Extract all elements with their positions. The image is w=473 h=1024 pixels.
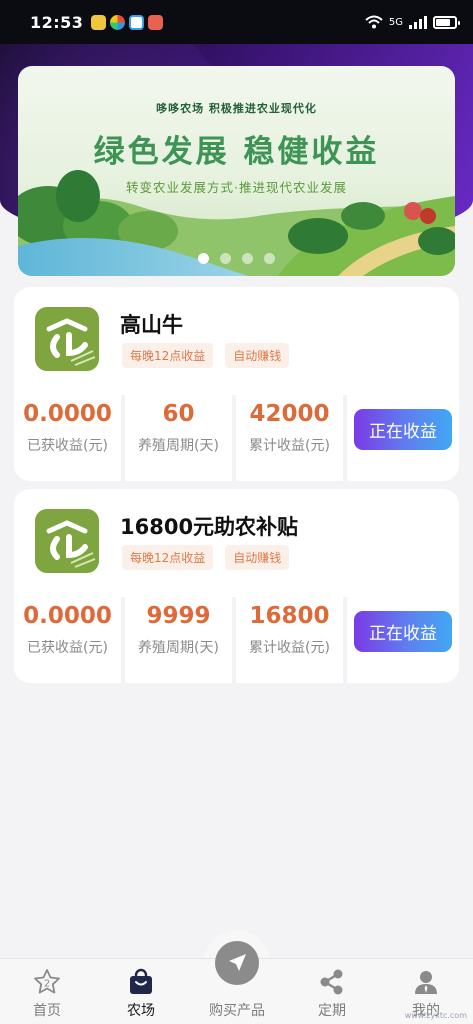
promo-banner[interactable]: 哆哆农场 积极推进农业现代化 绿色发展 稳健收益 转变农业发展方式·推进现代农业… bbox=[18, 66, 455, 276]
earned-label: 已获收益(元) bbox=[27, 438, 108, 454]
status-time: 12:53 bbox=[30, 12, 84, 32]
earning-status-button[interactable]: 正在收益 bbox=[354, 409, 452, 450]
carousel-indicator[interactable] bbox=[18, 253, 455, 264]
nav-item-farm[interactable]: 农场 bbox=[96, 959, 186, 1024]
product-tag: 每晚12点收益 bbox=[122, 343, 214, 368]
signal-icon bbox=[409, 15, 427, 29]
total-stat: 42000 累计收益(元) bbox=[236, 395, 343, 481]
cycle-stat: 60 养殖周期(天) bbox=[125, 395, 232, 481]
cycle-value: 9999 bbox=[146, 603, 211, 629]
product-tag: 自动赚钱 bbox=[225, 545, 290, 570]
user-icon bbox=[412, 968, 440, 996]
earned-stat: 0.0000 已获收益(元) bbox=[14, 395, 121, 481]
earned-value: 0.0000 bbox=[23, 401, 112, 427]
cycle-value: 60 bbox=[162, 401, 195, 427]
nav-label-fixed-term: 定期 bbox=[318, 1003, 346, 1019]
banner-tagline: 哆哆农场 积极推进农业现代化 bbox=[156, 102, 317, 115]
total-label: 累计收益(元) bbox=[249, 438, 330, 454]
farm-logo-icon bbox=[35, 509, 99, 573]
network-type: 5G bbox=[388, 16, 403, 28]
notification-icons bbox=[91, 14, 164, 30]
earning-status-button[interactable]: 正在收益 bbox=[354, 611, 452, 652]
earned-label: 已获收益(元) bbox=[27, 640, 108, 656]
cycle-label: 养殖周期(天) bbox=[138, 640, 219, 656]
nav-label-farm: 农场 bbox=[127, 1003, 155, 1019]
cycle-stat: 9999 养殖周期(天) bbox=[125, 597, 232, 683]
nav-item-fixed-term[interactable]: 定期 bbox=[287, 959, 377, 1024]
watermark: www.zyxtc.com bbox=[404, 1011, 467, 1020]
nav-item-home[interactable]: 2 首页 bbox=[2, 959, 92, 1024]
home-icon: 2 bbox=[33, 968, 61, 996]
buy-products-center-button[interactable] bbox=[215, 941, 259, 985]
farm-landscape-illustration bbox=[18, 170, 455, 276]
status-indicators: 5G bbox=[365, 15, 460, 29]
app-notification-icon bbox=[91, 14, 107, 30]
app-notification-icon bbox=[148, 14, 164, 30]
cycle-label: 养殖周期(天) bbox=[138, 438, 219, 454]
earned-stat: 0.0000 已获收益(元) bbox=[14, 597, 121, 683]
product-tag: 每晚12点收益 bbox=[122, 545, 214, 570]
product-card[interactable]: 16800元助农补贴 每晚12点收益 自动赚钱 0.0000 已获收益(元) 9… bbox=[14, 489, 459, 683]
total-stat: 16800 累计收益(元) bbox=[236, 597, 343, 683]
farm-logo-icon bbox=[35, 307, 99, 371]
shopping-bag-icon bbox=[127, 968, 155, 996]
product-card[interactable]: 高山牛 每晚12点收益 自动赚钱 0.0000 已获收益(元) 60 养殖周期(… bbox=[14, 287, 459, 481]
wifi-icon bbox=[365, 15, 383, 29]
earned-value: 0.0000 bbox=[23, 603, 112, 629]
status-bar: 12:53 5G bbox=[0, 0, 473, 44]
send-icon bbox=[229, 954, 246, 971]
chat-notification-icon bbox=[129, 14, 145, 30]
home-badge: 2 bbox=[44, 979, 50, 990]
carousel-dot[interactable] bbox=[198, 253, 209, 264]
app-notification-icon bbox=[110, 14, 126, 30]
carousel-dot[interactable] bbox=[220, 253, 231, 264]
product-name: 16800元助农补贴 bbox=[120, 515, 299, 539]
nav-label-home: 首页 bbox=[33, 1003, 61, 1019]
total-label: 累计收益(元) bbox=[249, 640, 330, 656]
total-value: 16800 bbox=[249, 603, 330, 629]
product-name: 高山牛 bbox=[120, 313, 183, 337]
battery-icon bbox=[433, 15, 460, 29]
total-value: 42000 bbox=[249, 401, 330, 427]
nav-label-buy-products: 购买产品 bbox=[209, 1003, 265, 1019]
product-tag: 自动赚钱 bbox=[225, 343, 290, 368]
carousel-dot[interactable] bbox=[264, 253, 275, 264]
carousel-dot[interactable] bbox=[242, 253, 253, 264]
banner-subtitle: 转变农业发展方式·推进现代农业发展 bbox=[126, 180, 347, 195]
share-icon bbox=[318, 968, 346, 996]
banner-title: 绿色发展 稳健收益 bbox=[93, 134, 380, 170]
